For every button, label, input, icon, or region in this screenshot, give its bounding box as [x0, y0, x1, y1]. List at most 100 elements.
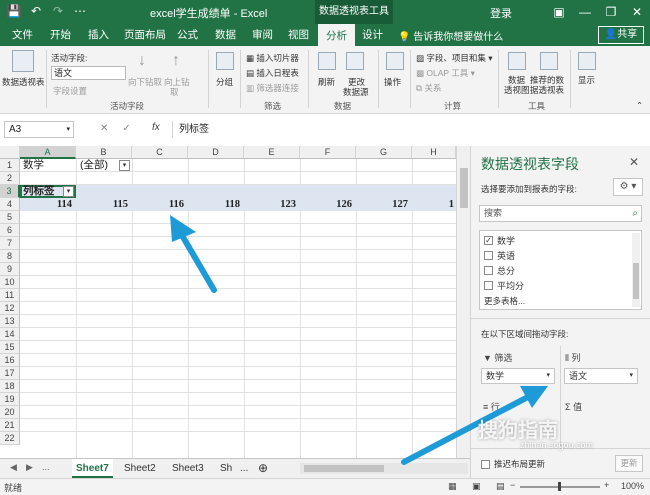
field-item[interactable]: ✓ 数学: [484, 234, 515, 247]
page-layout-view-icon[interactable]: ▣: [472, 481, 481, 492]
zoom-out-icon[interactable]: −: [510, 480, 515, 490]
show-icon[interactable]: [578, 52, 596, 70]
more-sheets-right[interactable]: ...: [236, 459, 252, 478]
relationships-button[interactable]: ⧉ 关系: [416, 82, 441, 94]
drill-down-button[interactable]: 向下钻取: [128, 76, 162, 88]
scrollbar-thumb[interactable]: [460, 168, 468, 208]
page-break-view-icon[interactable]: ▤: [496, 481, 505, 492]
pivot-value-cell[interactable]: 126: [300, 198, 356, 211]
column-header[interactable]: H: [412, 146, 456, 159]
tab-page-layout[interactable]: 页面布局: [124, 27, 166, 42]
fields-items-sets-button[interactable]: ▨ 字段、项目和集 ▾: [416, 52, 493, 64]
pivot-chart-icon[interactable]: [508, 52, 526, 70]
group-icon[interactable]: [216, 52, 234, 70]
recommended-pivot-icon[interactable]: [540, 52, 558, 70]
gear-icon[interactable]: ⚙ ▾: [613, 178, 643, 196]
tab-data[interactable]: 数据: [215, 27, 236, 42]
checkbox[interactable]: [484, 266, 493, 275]
row-header[interactable]: 15: [0, 341, 20, 354]
save-icon[interactable]: 💾: [6, 3, 22, 19]
row-header[interactable]: 4: [0, 198, 20, 211]
pivot-value-cell[interactable]: 127: [356, 198, 412, 211]
restore-button[interactable]: ❐: [598, 0, 624, 24]
zoom-slider-handle[interactable]: [558, 482, 561, 491]
zoom-in-icon[interactable]: +: [604, 480, 609, 490]
pivot-value-cell[interactable]: 118: [188, 198, 244, 211]
tab-analyze[interactable]: 分析: [318, 24, 355, 46]
pivot-value-cell[interactable]: 115: [76, 198, 132, 211]
formula-input[interactable]: 列标签: [172, 121, 646, 138]
column-header[interactable]: A: [20, 146, 76, 159]
field-item[interactable]: 平均分: [484, 279, 524, 292]
row-header[interactable]: 12: [0, 302, 20, 315]
column-header[interactable]: C: [132, 146, 188, 159]
defer-layout-update[interactable]: 推迟布局更新: [481, 458, 545, 470]
row-header[interactable]: 1: [0, 159, 20, 172]
sheet-tab[interactable]: Sheet7: [72, 459, 113, 478]
field-item[interactable]: 英语: [484, 249, 515, 262]
row-header[interactable]: 6: [0, 224, 20, 237]
actions-button[interactable]: 操作: [384, 76, 401, 88]
row-header[interactable]: 5: [0, 211, 20, 224]
ribbon-display-icon[interactable]: ▣: [546, 0, 572, 24]
column-header[interactable]: G: [356, 146, 412, 159]
prev-sheet-icon[interactable]: ◀: [10, 462, 17, 473]
name-box[interactable]: A3 ▾: [4, 121, 74, 138]
checkbox[interactable]: [484, 251, 493, 260]
next-sheet-icon[interactable]: ▶: [26, 462, 33, 473]
filter-field-cell[interactable]: 数学: [23, 159, 44, 172]
change-source-icon[interactable]: [346, 52, 364, 70]
zoom-level[interactable]: 100%: [621, 481, 644, 491]
tab-file[interactable]: 文件: [12, 27, 33, 42]
close-button[interactable]: ✕: [624, 0, 650, 24]
refresh-button[interactable]: 刷新: [318, 76, 335, 88]
add-sheet-icon[interactable]: ⊕: [254, 459, 272, 478]
share-button[interactable]: 👤共享: [598, 26, 644, 44]
zoom-slider[interactable]: [520, 482, 600, 491]
filter-value-cell[interactable]: (全部): [80, 159, 108, 172]
tell-me-box[interactable]: 💡 告诉我你想要做什么: [398, 28, 503, 43]
minimize-button[interactable]: —: [572, 0, 598, 24]
redo-icon[interactable]: ↷: [50, 3, 66, 19]
row-header[interactable]: 7: [0, 237, 20, 250]
olap-tools-button[interactable]: ▩ OLAP 工具 ▾: [416, 67, 475, 79]
select-all-corner[interactable]: [0, 146, 20, 159]
active-field-input[interactable]: 语文: [51, 66, 126, 80]
worksheet-grid[interactable]: A B C D E F G H 1 2 3 4 5 6 7 8 9 10 11 …: [0, 146, 456, 458]
column-labels-dropdown-button[interactable]: ▾: [63, 186, 74, 197]
row-header[interactable]: 22: [0, 432, 20, 445]
insert-function-icon[interactable]: fx: [152, 122, 160, 133]
sheet-tab[interactable]: Sh: [216, 459, 236, 478]
filter-dropdown-button[interactable]: ▾: [119, 160, 130, 171]
refresh-icon[interactable]: [318, 52, 336, 70]
columns-field-chip[interactable]: 语文 ▾: [564, 368, 638, 384]
normal-view-icon[interactable]: ▦: [448, 481, 457, 492]
close-icon[interactable]: ✕: [629, 155, 639, 169]
row-header[interactable]: 11: [0, 289, 20, 302]
row-header[interactable]: 19: [0, 393, 20, 406]
login-link[interactable]: 登录: [490, 5, 512, 21]
tab-review[interactable]: 审阅: [252, 27, 273, 42]
more-sheets-left[interactable]: ...: [42, 462, 50, 472]
checkbox[interactable]: [484, 281, 493, 290]
row-header[interactable]: 3: [0, 185, 20, 198]
tab-home[interactable]: 开始: [50, 27, 71, 42]
row-header[interactable]: 8: [0, 250, 20, 263]
checkbox[interactable]: ✓: [484, 236, 493, 245]
insert-slicer-button[interactable]: ▦ 插入切片器: [246, 52, 299, 64]
sheet-tab[interactable]: Sheet3: [168, 459, 208, 478]
row-header[interactable]: 10: [0, 276, 20, 289]
pivot-value-cell[interactable]: 116: [132, 198, 188, 211]
column-header[interactable]: F: [300, 146, 356, 159]
column-header[interactable]: D: [188, 146, 244, 159]
actions-icon[interactable]: [386, 52, 404, 70]
row-header[interactable]: 9: [0, 263, 20, 276]
row-header[interactable]: 14: [0, 328, 20, 341]
row-header[interactable]: 2: [0, 172, 20, 185]
pivot-value-cell[interactable]: 1: [412, 198, 456, 211]
pivot-value-cell[interactable]: 123: [244, 198, 300, 211]
filter-connections-button[interactable]: ▥ 筛选器连接: [246, 82, 299, 94]
column-header[interactable]: E: [244, 146, 300, 159]
pivot-table-button[interactable]: 数据透视表: [2, 76, 45, 88]
field-item[interactable]: 总分: [484, 264, 515, 277]
